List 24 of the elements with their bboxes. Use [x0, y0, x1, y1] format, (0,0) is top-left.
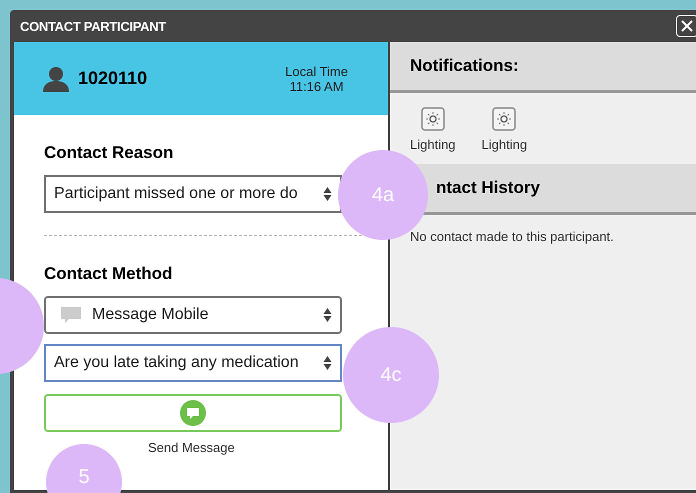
contact-reason-select[interactable]: Participant missed one or more do — [44, 175, 342, 213]
section-heading: Contact Method — [44, 264, 174, 284]
speech-bubble-icon — [180, 400, 206, 426]
up-down-arrows-icon — [323, 186, 332, 202]
up-down-arrows-icon — [323, 355, 332, 371]
notification-label: Lighting — [482, 137, 528, 152]
message-select[interactable]: Are you late taking any medication — [44, 344, 342, 382]
local-time: 11:16 AM — [290, 78, 344, 94]
contact-method-select[interactable]: Message Mobile — [44, 296, 342, 334]
send-message-label: Send Message — [148, 440, 235, 455]
notifications-title: Notifications: — [410, 56, 519, 76]
section-heading: Contact Reason — [44, 143, 174, 163]
local-time-label: Local Time — [285, 64, 348, 78]
sun-icon[interactable] — [420, 107, 445, 131]
up-down-arrows-icon — [323, 307, 332, 323]
participant-id: 1020110 — [78, 68, 148, 89]
person-icon — [42, 66, 70, 92]
close-icon — [680, 19, 694, 33]
sun-icon[interactable] — [492, 107, 516, 131]
notification-label: Lighting — [410, 137, 456, 152]
contact-history-title: ntact History — [436, 178, 540, 198]
close-button[interactable] — [676, 15, 696, 37]
speech-bubble-icon — [60, 306, 82, 324]
window-title: CONTACT PARTICIPANT — [20, 18, 166, 34]
